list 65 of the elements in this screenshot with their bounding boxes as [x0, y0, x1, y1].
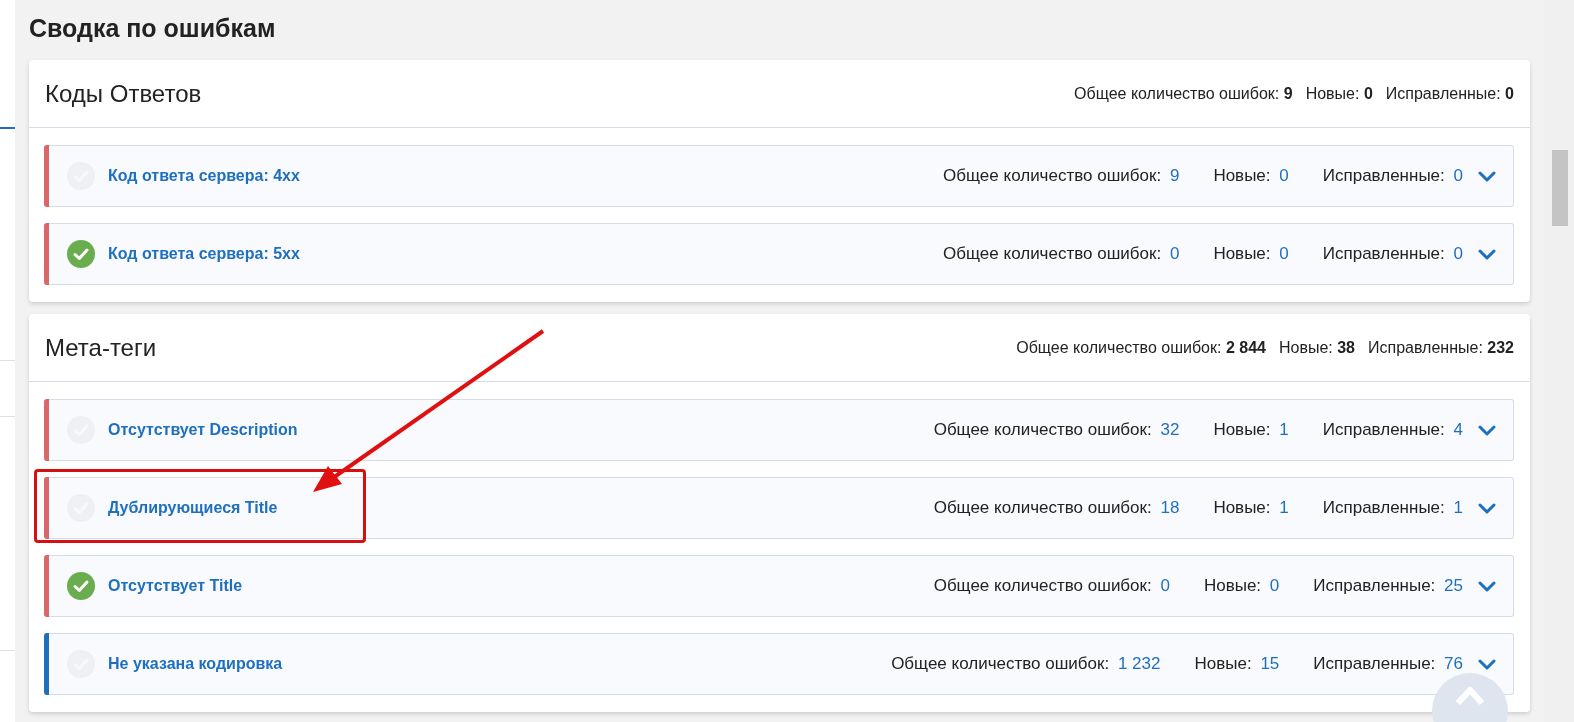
new-errors-count[interactable]: 0: [1279, 244, 1289, 263]
fixed-errors-label: Исправленные:: [1313, 654, 1436, 673]
chevron-down-icon[interactable]: [1477, 248, 1497, 260]
error-row[interactable]: Не указана кодировка Общее количество ошибок: 1 232 Новые: 15 Исправленные: 76: [44, 633, 1514, 695]
fixed-errors-label: Исправленные:: [1322, 166, 1445, 185]
fixed-errors-count[interactable]: 76: [1444, 654, 1463, 673]
total-errors-count[interactable]: 0: [1160, 576, 1170, 595]
fixed-errors-label: Исправленные:: [1322, 244, 1445, 263]
total-errors-label: Общее количество ошибок:: [933, 498, 1152, 517]
arrow-up-icon: [1455, 685, 1485, 705]
total-errors-stat: Общее количество ошибок: 9: [1074, 84, 1293, 103]
section-title: Мета-теги: [45, 333, 157, 362]
error-row[interactable]: Код ответа сервера: 4xx Общее количество ошибок: 9 Новые: 0 Исправленные: 0: [44, 145, 1514, 207]
total-errors-label: Общее количество ошибок:: [943, 244, 1162, 263]
new-errors-label: Новые:: [1194, 654, 1252, 673]
section-title: Коды Ответов: [45, 79, 202, 108]
total-errors-label: Общее количество ошибок:: [891, 654, 1110, 673]
error-row[interactable]: Дублирующиеся Title Общее количество ошибок: 18 Новые: 1 Исправленные: 1: [44, 477, 1514, 539]
chevron-down-icon[interactable]: [1477, 170, 1497, 182]
total-errors-stat: Общее количество ошибок: 2 844: [1016, 338, 1266, 357]
new-errors-stat: Новые: 0: [1305, 84, 1373, 103]
new-errors-label: Новые:: [1213, 498, 1271, 517]
error-type-link[interactable]: Дублирующиеся Title: [108, 499, 278, 517]
fixed-errors-label: Исправленные:: [1322, 498, 1445, 517]
error-type-link[interactable]: Код ответа сервера: 4xx: [108, 167, 300, 185]
new-errors-label: Новые:: [1213, 420, 1271, 439]
new-errors-count[interactable]: 1: [1279, 498, 1289, 517]
chevron-down-icon[interactable]: [1477, 502, 1497, 514]
fixed-errors-stat: Исправленные: 0: [1385, 84, 1514, 103]
total-errors-label: Общее количество ошибок:: [943, 166, 1162, 185]
fixed-errors-label: Исправленные:: [1313, 576, 1436, 595]
total-errors-count[interactable]: 1 232: [1117, 654, 1161, 673]
new-errors-count[interactable]: 15: [1260, 654, 1280, 673]
new-errors-count[interactable]: 0: [1269, 576, 1280, 595]
error-type-link[interactable]: Код ответа сервера: 5xx: [108, 245, 300, 263]
page-title: Сводка по ошибкам: [29, 13, 277, 44]
new-errors-label: Новые:: [1213, 166, 1271, 185]
chevron-down-icon[interactable]: [1477, 580, 1497, 592]
total-errors-count[interactable]: 9: [1169, 166, 1180, 185]
new-errors-label: Новые:: [1213, 244, 1271, 263]
fixed-errors-label: Исправленные:: [1322, 420, 1445, 439]
error-type-link[interactable]: Отсутствует Title: [108, 577, 243, 595]
error-type-link[interactable]: Не указана кодировка: [108, 655, 283, 673]
fixed-errors-count[interactable]: 4: [1453, 420, 1463, 439]
total-errors-count[interactable]: 18: [1160, 498, 1180, 517]
new-errors-label: Новые:: [1203, 576, 1262, 595]
fixed-errors-count[interactable]: 1: [1453, 498, 1463, 517]
new-errors-count[interactable]: 0: [1279, 166, 1289, 185]
scrollbar-thumb[interactable]: [1552, 150, 1568, 226]
fixed-errors-count[interactable]: 25: [1444, 576, 1463, 595]
new-errors-count[interactable]: 1: [1279, 420, 1289, 439]
chevron-down-icon[interactable]: [1477, 658, 1497, 670]
error-row[interactable]: Код ответа сервера: 5xx Общее количество ошибок: 0 Новые: 0 Исправленные: 0: [44, 223, 1514, 285]
chevron-down-icon[interactable]: [1477, 424, 1497, 436]
fixed-errors-count[interactable]: 0: [1453, 166, 1463, 185]
new-errors-stat: Новые: 38: [1278, 338, 1355, 357]
fixed-errors-stat: Исправленные: 232: [1368, 338, 1514, 357]
error-row[interactable]: Отсутствует Title Общее количество ошибок: 0 Новые: 0 Исправленные: 25: [44, 555, 1514, 617]
total-errors-label: Общее количество ошибок:: [933, 576, 1152, 595]
error-type-link[interactable]: Отсутствует Description: [108, 421, 298, 439]
fixed-errors-count[interactable]: 0: [1453, 244, 1463, 263]
total-errors-count[interactable]: 32: [1160, 420, 1180, 439]
total-errors-label: Общее количество ошибок:: [933, 420, 1152, 439]
total-errors-count[interactable]: 0: [1169, 244, 1180, 263]
error-row[interactable]: Отсутствует Description Общее количество ошибок: 32 Новые: 1 Исправленные: 4: [44, 399, 1514, 461]
